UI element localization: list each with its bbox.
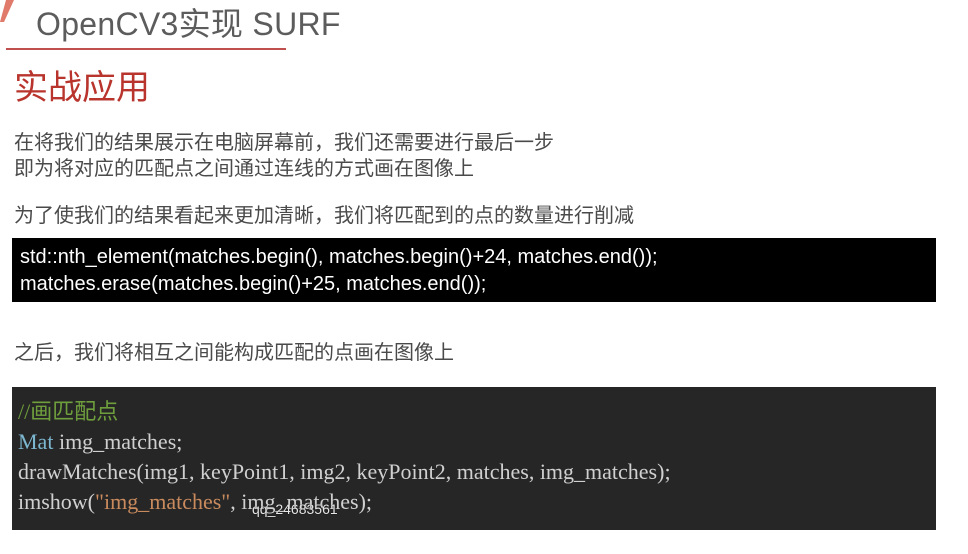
code-block-reduce: std::nth_element(matches.begin(), matche… xyxy=(12,238,936,302)
code-line-declare: Mat img_matches; xyxy=(18,427,930,457)
code-block-draw-matches: //画匹配点 Mat img_matches; drawMatches(img1… xyxy=(12,387,936,530)
code-draw-matches-call: drawMatches(img1, keyPoint1, img2, keyPo… xyxy=(18,459,671,484)
code-imshow-start: imshow( xyxy=(18,489,95,514)
code-line-comment: //画匹配点 xyxy=(18,397,930,427)
accent-slash-icon xyxy=(0,0,14,22)
code-line-imshow: imshow("img_matches", img_matches); xyxy=(18,487,930,517)
watermark: qq_24683561 xyxy=(252,501,338,517)
intro-line-1: 在将我们的结果展示在电脑屏幕前，我们还需要进行最后一步 xyxy=(14,132,554,154)
after-paragraph: 之后，我们将相互之间能构成匹配的点画在图像上 xyxy=(14,342,454,364)
intro-line-2: 即为将对应的匹配点之间通过连线的方式画在图像上 xyxy=(14,158,474,180)
intro-paragraph: 在将我们的结果展示在电脑屏幕前，我们还需要进行最后一步 即为将对应的匹配点之间通… xyxy=(14,130,554,182)
code-string-literal: "img_matches" xyxy=(95,489,231,514)
title-underline xyxy=(6,48,286,50)
section-title: 实战应用 xyxy=(14,69,150,107)
reduce-paragraph: 为了使我们的结果看起来更加清晰，我们将匹配到的点的数量进行削减 xyxy=(14,205,634,227)
slide-title: OpenCV3实现 SURF xyxy=(36,6,341,42)
slide-header: OpenCV3实现 SURF xyxy=(0,0,968,56)
code-line-draw-matches: drawMatches(img1, keyPoint1, img2, keyPo… xyxy=(18,457,930,487)
code-line-nth-element: std::nth_element(matches.begin(), matche… xyxy=(20,246,658,268)
code-comment: //画匹配点 xyxy=(18,399,119,424)
code-line-erase: matches.erase(matches.begin()+25, matche… xyxy=(20,273,487,295)
code-declare-rest: img_matches; xyxy=(53,429,183,454)
code-type-keyword: Mat xyxy=(18,429,54,454)
